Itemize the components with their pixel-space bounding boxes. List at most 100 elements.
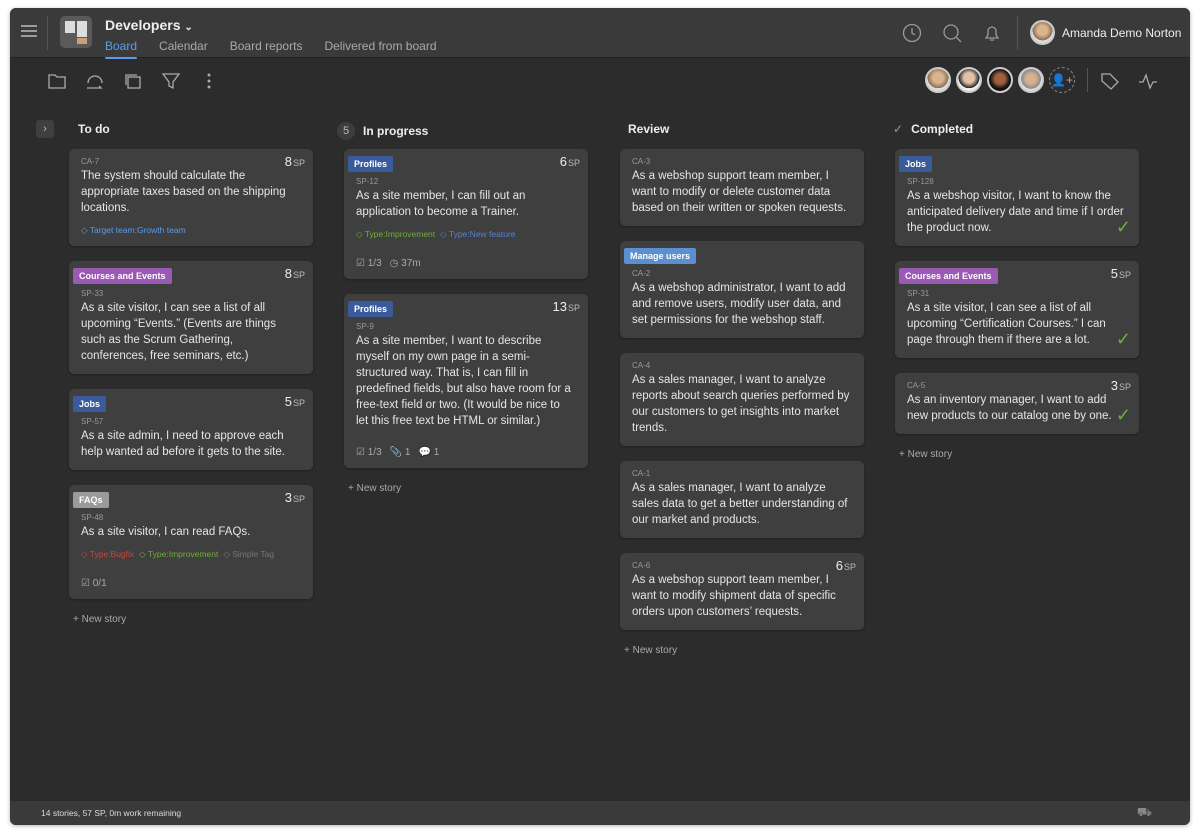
sp-value: 6	[835, 558, 843, 573]
story-key: SP-57	[81, 417, 104, 426]
story-card[interactable]: CA-5 3SP As an inventory manager, I want t…	[895, 373, 1139, 434]
story-title: The system should calculate the appropri…	[81, 170, 286, 214]
story-points: 5SP	[285, 394, 305, 409]
sp-value: 6	[559, 154, 567, 169]
meta-value: 1	[433, 447, 440, 458]
expand-chevron-icon[interactable]: ›	[36, 120, 54, 138]
story-title: As a site visitor, I can read FAQs.	[81, 526, 251, 538]
label[interactable]: ◇ Target team:Growth team	[81, 225, 186, 236]
story-points: 8SP	[285, 266, 305, 281]
folder-icon[interactable]	[46, 70, 68, 92]
sp-value: 13	[552, 299, 567, 314]
epic-tag[interactable]: Profiles	[348, 156, 394, 172]
epic-tag[interactable]: FAQs	[73, 492, 109, 508]
done-check-icon: ✓	[1115, 217, 1131, 237]
wip-count: 5	[337, 122, 355, 140]
sp-value: 8	[284, 154, 292, 169]
epic-tag[interactable]: Jobs	[73, 396, 107, 412]
meta-item: ☑ 1/3	[356, 258, 382, 269]
story-card[interactable]: Jobs SP-57 5SP As a site admin, I need to a…	[69, 389, 313, 470]
label[interactable]: ◇ Simple Tag	[223, 549, 274, 560]
sp-unit: SP	[292, 158, 305, 168]
sp-unit: SP	[567, 158, 580, 168]
meta-item: ◷ 37m	[390, 258, 421, 269]
epic-tag[interactable]: Courses and Events	[73, 268, 172, 284]
filter-icon[interactable]	[160, 70, 182, 92]
story-points: 8SP	[285, 154, 305, 169]
story-card[interactable]: Manage users CA-2 As a webshop administrat…	[620, 241, 864, 338]
truck-icon[interactable]: ⛟	[1137, 805, 1152, 821]
member-avatar[interactable]	[987, 67, 1013, 93]
label[interactable]: ◇ Type:Improvement	[139, 549, 218, 560]
epic-tag[interactable]: Manage users	[624, 248, 697, 264]
story-card[interactable]: Courses and Events SP-33 8SP As a site visi…	[69, 261, 313, 374]
story-points: 13SP	[553, 299, 580, 314]
clip-icon: 📎	[389, 447, 405, 458]
board-title[interactable]: Developers ⌄	[105, 17, 193, 33]
sp-unit: SP	[843, 562, 856, 572]
story-points: 3SP	[1111, 378, 1131, 393]
member-avatar[interactable]	[925, 67, 951, 93]
meta-item: ☑ 0/1	[81, 578, 107, 589]
label-text: Simple Tag	[232, 549, 275, 559]
tab-calendar[interactable]: Calendar	[159, 39, 208, 58]
column-header-todo: To do	[78, 122, 110, 136]
header: Developers ⌄ Board Calendar Board report…	[10, 8, 1190, 59]
new-story-button[interactable]: + New story	[895, 449, 1139, 460]
story-card[interactable]: CA-3 As a webshop support team member, I …	[620, 149, 864, 226]
column-header-review: Review	[628, 122, 670, 136]
epic-tag[interactable]: Profiles	[348, 301, 394, 317]
bell-icon[interactable]	[981, 22, 1003, 44]
story-key: CA-4	[632, 361, 651, 370]
tab-board-reports[interactable]: Board reports	[230, 39, 303, 58]
column-completed: Jobs SP-128 As a webshop visitor, I want t…	[895, 149, 1139, 460]
add-member-icon[interactable]: 👤+	[1049, 67, 1075, 93]
story-card[interactable]: Jobs SP-128 As a webshop visitor, I want t…	[895, 149, 1139, 246]
meta-item: 📎 1	[390, 447, 411, 458]
label-list: ◇ Type:Improvement ◇ Type:New feature	[356, 229, 580, 240]
member-avatar[interactable]	[956, 67, 982, 93]
member-avatar[interactable]	[1018, 67, 1044, 93]
new-story-button[interactable]: + New story	[620, 645, 864, 656]
activity-icon[interactable]	[1137, 70, 1159, 92]
story-card[interactable]: CA-7 8SP The system should calculate the a…	[69, 149, 313, 246]
tag-icon[interactable]	[1099, 70, 1121, 92]
label-text: Type:New feature	[448, 229, 516, 239]
story-meta: ☑ 1/3 ◷ 37m	[356, 258, 580, 269]
epic-tag[interactable]: Courses and Events	[899, 268, 998, 284]
sp-value: 5	[1110, 266, 1118, 281]
story-title: As a site admin, I need to approve each …	[81, 430, 285, 458]
label[interactable]: ◇ Type:Improvement	[356, 229, 435, 240]
meta-item: 💬 1	[418, 447, 439, 458]
refresh-user-icon[interactable]	[84, 70, 106, 92]
story-card[interactable]: Courses and Events SP-31 5SP As a site visi…	[895, 261, 1139, 358]
story-card[interactable]: FAQs SP-48 3SP As a site visitor, I can rea…	[69, 485, 313, 599]
tag-icon: ◇	[81, 549, 90, 559]
label[interactable]: ◇ Type:Bugfix	[81, 549, 134, 560]
column-header-completed: ✓ Completed	[893, 122, 974, 136]
label[interactable]: ◇ Type:New feature	[440, 229, 515, 240]
tab-board[interactable]: Board	[105, 39, 138, 59]
chevron-down-icon: ⌄	[184, 22, 193, 33]
story-card[interactable]: CA-4 As a sales manager, I want to analyz…	[620, 353, 864, 446]
new-story-button[interactable]: + New story	[69, 614, 313, 625]
tab-delivered[interactable]: Delivered from board	[324, 39, 436, 58]
story-title: As a site visitor, I can see a list of a…	[907, 302, 1106, 346]
epic-tag[interactable]: Jobs	[899, 156, 933, 172]
clock-icon[interactable]	[901, 22, 923, 44]
more-icon[interactable]	[198, 70, 220, 92]
story-key: SP-31	[907, 289, 930, 298]
search-icon[interactable]	[941, 22, 963, 44]
sp-value: 3	[284, 490, 292, 505]
new-story-button[interactable]: + New story	[344, 483, 588, 494]
story-card[interactable]: Profiles SP-12 6SP As a site member, I can …	[344, 149, 588, 279]
story-card[interactable]: CA-6 6SP As a webshop support team member,…	[620, 553, 864, 630]
user-menu[interactable]: Amanda Demo Norton	[1030, 20, 1181, 45]
story-title: As a sales manager, I want to analyze sa…	[632, 482, 848, 526]
story-title: As a sales manager, I want to analyze re…	[632, 374, 850, 434]
story-card[interactable]: Profiles SP-9 13SP As a site member, I want…	[344, 294, 588, 468]
label-list: ◇ Target team:Growth team	[81, 225, 305, 236]
copy-icon[interactable]	[122, 70, 144, 92]
story-card[interactable]: CA-1 As a sales manager, I want to analyz…	[620, 461, 864, 538]
menu-icon[interactable]	[20, 22, 38, 40]
